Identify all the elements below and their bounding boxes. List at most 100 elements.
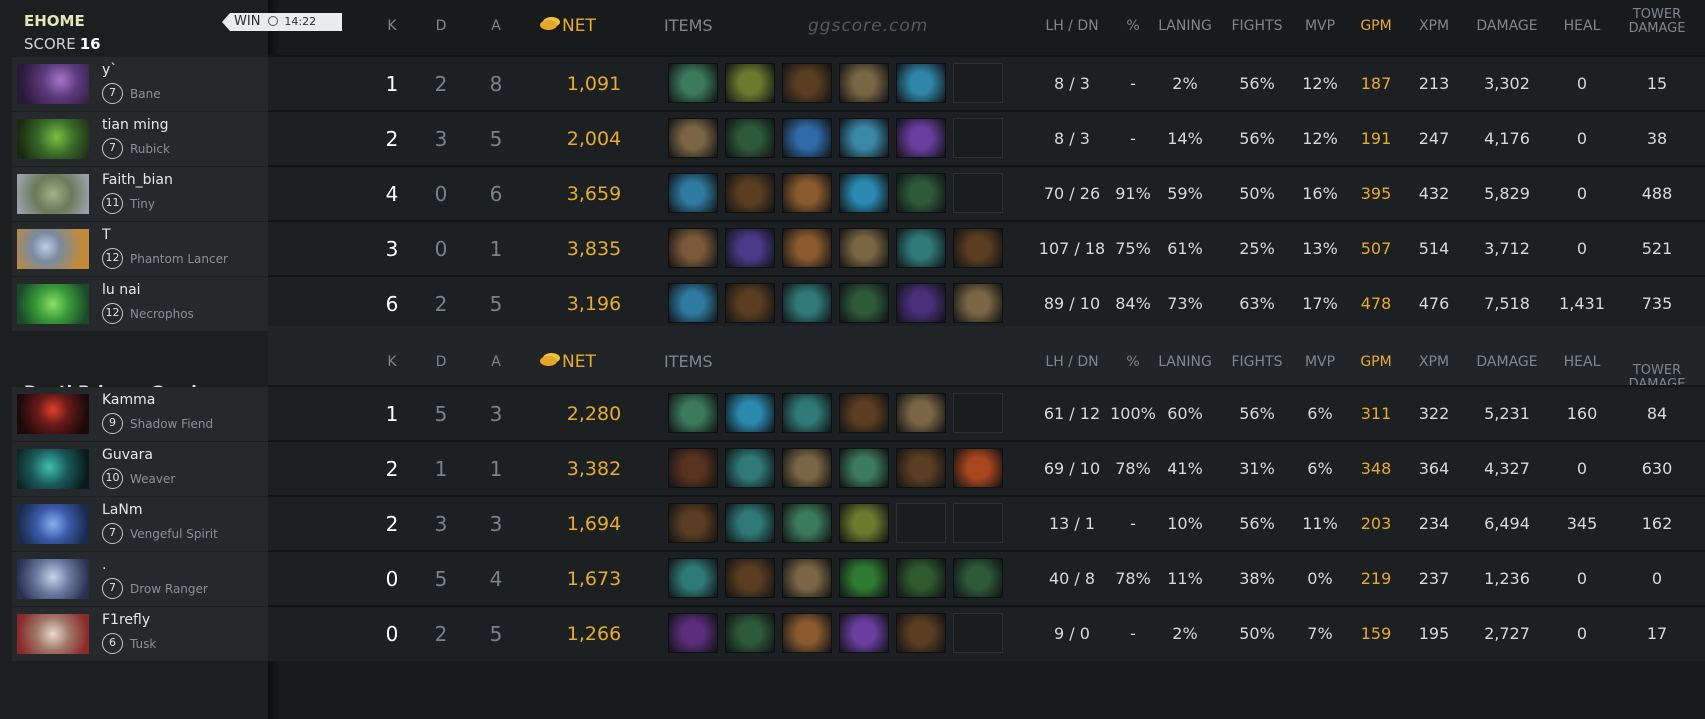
player-card[interactable]: F1refly 6 Tusk	[12, 607, 268, 661]
player-card[interactable]: . 7 Drow Ranger	[12, 552, 268, 606]
player-card[interactable]: Faith_bian 11 Tiny	[12, 167, 268, 221]
player-card[interactable]: T 12 Phantom Lancer	[12, 222, 268, 276]
player-name: lu nai	[102, 282, 141, 298]
item-icon[interactable]	[668, 228, 718, 268]
item-icon[interactable]	[782, 448, 832, 488]
player-card[interactable]: lu nai 12 Necrophos	[12, 277, 268, 331]
item-icon[interactable]	[782, 613, 832, 653]
item-icon[interactable]	[839, 393, 889, 433]
header-lh-dn: LH / DN	[1045, 18, 1099, 34]
score-value: 16	[79, 35, 101, 53]
player-name: .	[102, 557, 107, 573]
item-icon[interactable]	[839, 118, 889, 158]
empty-item-slot[interactable]	[953, 613, 1003, 653]
item-icon[interactable]	[725, 283, 775, 323]
item-icon[interactable]	[668, 173, 718, 213]
item-icon[interactable]	[839, 283, 889, 323]
item-icon[interactable]	[725, 393, 775, 433]
stat-laning: 2%	[1172, 624, 1198, 643]
item-icon[interactable]	[725, 118, 775, 158]
header-tower-damage: TOWERDAMAGE	[1617, 8, 1697, 36]
item-icon[interactable]	[953, 228, 1003, 268]
empty-item-slot[interactable]	[896, 503, 946, 543]
item-icon[interactable]	[839, 558, 889, 598]
item-icon[interactable]	[782, 173, 832, 213]
item-icon[interactable]	[725, 228, 775, 268]
item-icon[interactable]	[896, 118, 946, 158]
stat-laning: 11%	[1167, 569, 1203, 588]
player-stat-row: 1 2 8-2% 56% 12% 187 213 3,302 0 15 1,091 8 / 3	[268, 57, 1705, 111]
item-icon[interactable]	[725, 173, 775, 213]
item-icon[interactable]	[782, 283, 832, 323]
stat-lh-dn: 40 / 8	[1027, 552, 1117, 606]
item-icon[interactable]	[782, 118, 832, 158]
item-icon[interactable]	[896, 173, 946, 213]
stat-laning: 60%	[1167, 404, 1203, 423]
item-icon[interactable]	[839, 503, 889, 543]
gold-coin-icon	[540, 20, 557, 30]
item-icon[interactable]	[839, 63, 889, 103]
item-icon[interactable]	[896, 63, 946, 103]
stat-damage: 3,712	[1484, 239, 1530, 258]
player-card[interactable]: Guvara 10 Weaver	[12, 442, 268, 496]
item-icon[interactable]	[839, 448, 889, 488]
item-icon[interactable]	[668, 393, 718, 433]
item-icon[interactable]	[839, 228, 889, 268]
item-icon[interactable]	[782, 558, 832, 598]
stat-tower: 84	[1646, 404, 1668, 423]
item-icon[interactable]	[668, 118, 718, 158]
lh-dn-separator: /	[1064, 624, 1080, 643]
player-card[interactable]: LaNm 7 Vengeful Spirit	[12, 497, 268, 551]
item-icon[interactable]	[896, 283, 946, 323]
item-icon[interactable]	[782, 228, 832, 268]
item-icon[interactable]	[896, 448, 946, 488]
player-card[interactable]: y` 7 Bane	[12, 57, 268, 111]
item-icon[interactable]	[896, 228, 946, 268]
stat-net: 3,382	[566, 458, 622, 480]
player-card[interactable]: Kamma 9 Shadow Fiend	[12, 387, 268, 441]
header-damage: DAMAGE	[1476, 354, 1538, 370]
item-icon[interactable]	[668, 283, 718, 323]
item-icon[interactable]	[725, 558, 775, 598]
stat-a: 8	[489, 72, 503, 96]
item-icon[interactable]	[668, 558, 718, 598]
item-icon[interactable]	[839, 613, 889, 653]
item-icon[interactable]	[953, 558, 1003, 598]
item-icon[interactable]	[896, 393, 946, 433]
item-icon[interactable]	[896, 613, 946, 653]
stat-damage: 1,236	[1484, 569, 1530, 588]
item-icon[interactable]	[668, 613, 718, 653]
item-icon[interactable]	[725, 503, 775, 543]
empty-item-slot[interactable]	[953, 393, 1003, 433]
item-icon[interactable]	[668, 448, 718, 488]
item-icon[interactable]	[953, 448, 1003, 488]
empty-item-slot[interactable]	[953, 503, 1003, 543]
empty-item-slot[interactable]	[953, 173, 1003, 213]
item-icon[interactable]	[896, 558, 946, 598]
item-icon[interactable]	[782, 393, 832, 433]
stat-tower: 630	[1641, 459, 1673, 478]
item-icon[interactable]	[953, 283, 1003, 323]
item-icon[interactable]	[725, 613, 775, 653]
stat-a: 5	[489, 622, 503, 646]
player-stat-row: 6 2 5 84% 73% 63% 17% 478 476 7,518 1,431 735 3,196 8…	[268, 277, 1705, 331]
player-card[interactable]: tian ming 7 Rubick	[12, 112, 268, 166]
phantom-lancer-portrait	[17, 229, 89, 269]
scoreboard-main: ggscore.comG:Gggscore.comKDA%LANINGFIGHT…	[268, 0, 1705, 719]
hero-name: Bane	[130, 87, 161, 101]
empty-item-slot[interactable]	[953, 118, 1003, 158]
item-icon[interactable]	[782, 63, 832, 103]
stat-lh-dn: 107 / 18	[1027, 222, 1117, 276]
item-icon[interactable]	[839, 173, 889, 213]
stat-net: 1,694	[566, 513, 622, 535]
player-name: tian ming	[102, 117, 169, 133]
stat-denies: 1	[1084, 514, 1096, 533]
stat-net: 3,196	[566, 293, 622, 315]
empty-item-slot[interactable]	[953, 63, 1003, 103]
item-icon[interactable]	[782, 503, 832, 543]
team-score: SCORE 16	[24, 35, 101, 53]
item-icon[interactable]	[725, 63, 775, 103]
item-icon[interactable]	[668, 63, 718, 103]
item-icon[interactable]	[725, 448, 775, 488]
item-icon[interactable]	[668, 503, 718, 543]
